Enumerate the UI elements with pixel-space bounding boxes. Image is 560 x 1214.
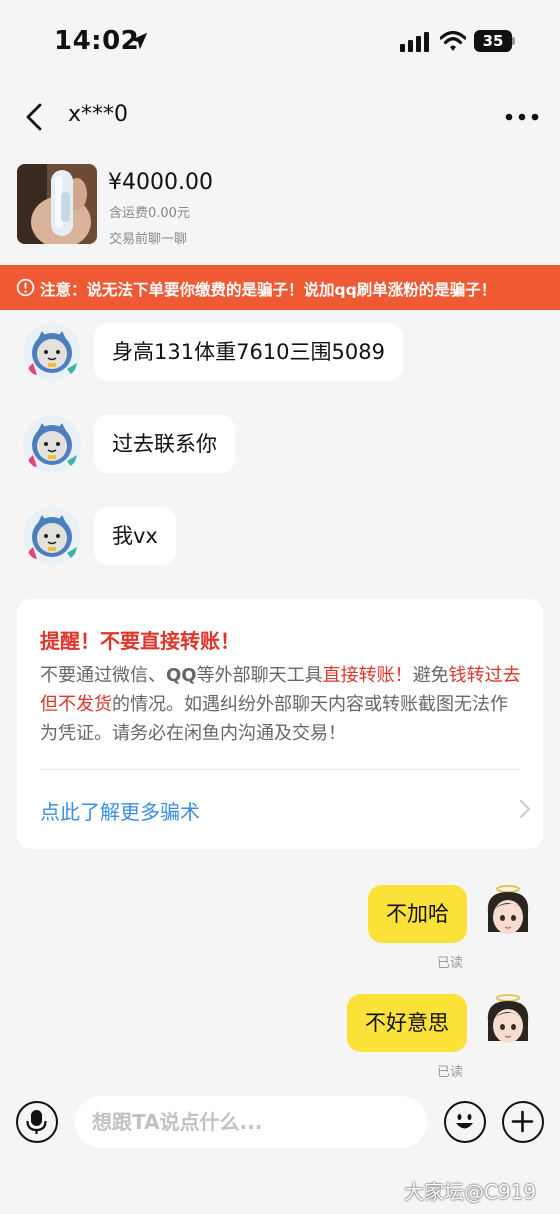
sender-avatar[interactable] (23, 507, 81, 565)
sender-avatar[interactable] (23, 323, 81, 381)
outgoing-message-bubble[interactable]: 不加哈 (368, 885, 467, 943)
location-arrow-icon (130, 32, 148, 50)
battery-cap (512, 37, 515, 45)
emoji-face-icon (456, 1114, 473, 1129)
status-time: 14:02 (54, 26, 140, 56)
battery-icon: 35 (474, 30, 512, 52)
reminder-text: QQ (166, 665, 197, 686)
message-input-bar (0, 1094, 560, 1150)
pre-trade-chat-hint: 交易前聊一聊 (109, 232, 188, 247)
more-options-icon[interactable] (504, 112, 540, 122)
back-arrow-icon[interactable] (22, 102, 48, 132)
scam-warning-text: 注意：说无法下单要你缴费的是骗子！说加qq刷单涨粉的是骗子！ (40, 281, 497, 299)
reminder-text: 不要通过微信、 (40, 665, 166, 686)
read-status: 已读 (437, 956, 464, 971)
plus-icon (511, 1110, 534, 1133)
warning-circle-icon (16, 278, 35, 297)
user-avatar[interactable] (484, 882, 532, 942)
chevron-right-icon[interactable] (519, 799, 531, 819)
chat-partner-name: x***0 (68, 102, 129, 127)
scam-warning-banner: 注意：说无法下单要你缴费的是骗子！说加qq刷单涨粉的是骗子！ (0, 265, 560, 310)
wifi-icon (440, 30, 466, 51)
learn-more-scams-link[interactable]: 点此了解更多骗术 (40, 796, 200, 825)
reminder-text: 避免 (412, 665, 449, 686)
product-price: ¥4000.00 (108, 170, 213, 195)
outgoing-message-bubble[interactable]: 不好意思 (347, 994, 467, 1052)
card-divider (40, 769, 520, 770)
reminder-highlight: 直接转账！ (322, 665, 413, 686)
reminder-text: 等外部聊天工具 (196, 665, 323, 686)
emoji-button[interactable] (444, 1101, 486, 1143)
sender-avatar[interactable] (23, 415, 81, 473)
microphone-icon (26, 1110, 47, 1134)
incoming-message-bubble[interactable]: 过去联系你 (94, 415, 235, 473)
cellular-signal-icon (400, 32, 429, 52)
shipping-info: 含运费0.00元 (109, 206, 190, 221)
product-thumbnail[interactable] (17, 164, 97, 244)
more-actions-button[interactable] (502, 1101, 544, 1143)
incoming-message-bubble[interactable]: 我vx (94, 507, 176, 565)
voice-input-button[interactable] (16, 1101, 58, 1143)
read-status: 已读 (437, 1065, 464, 1080)
nav-bar: x***0 (0, 90, 560, 144)
reminder-title: 提醒！不要直接转账！ (40, 629, 240, 653)
incoming-message-bubble[interactable]: 身高131体重7610三围5089 (94, 323, 403, 381)
message-input[interactable] (75, 1096, 427, 1148)
user-avatar[interactable] (484, 991, 532, 1051)
status-bar: 14:02 35 (0, 0, 560, 80)
forum-watermark: 大家坛@C919 (404, 1180, 537, 1204)
product-card[interactable]: ¥4000.00 含运费0.00元 交易前聊一聊 (0, 160, 560, 256)
transfer-reminder-card: 提醒！不要直接转账！ 不要通过微信、QQ等外部聊天工具直接转账！避免钱转过去但不… (17, 599, 543, 849)
reminder-body: 不要通过微信、QQ等外部聊天工具直接转账！避免钱转过去但不发货的情况。如遇纠纷外… (40, 661, 522, 748)
